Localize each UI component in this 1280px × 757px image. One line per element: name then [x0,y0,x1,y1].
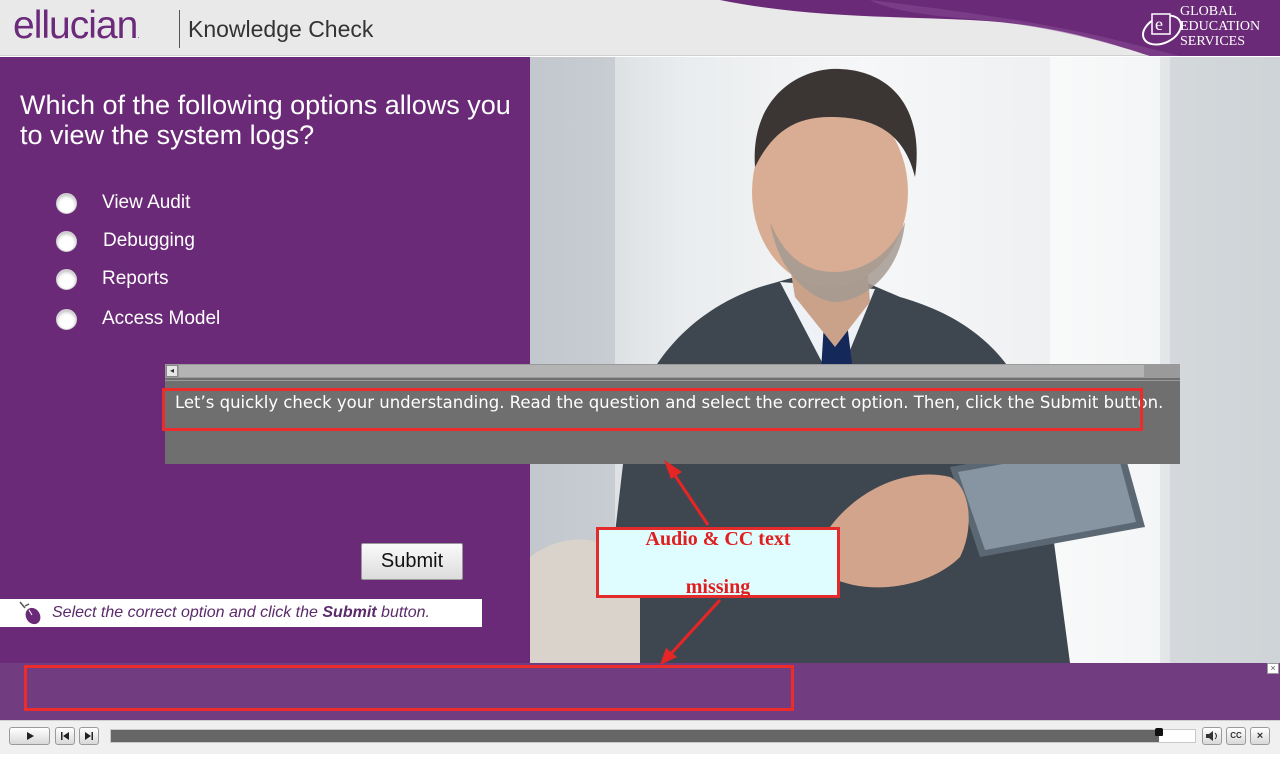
callout-line-2: missing [685,575,751,598]
player-controls: CC × [0,720,1280,757]
option-reports[interactable]: Reports [56,267,169,291]
radio-button[interactable] [56,308,77,330]
option-access-model[interactable]: Access Model [56,307,220,331]
cc-button[interactable]: CC [1226,727,1246,745]
caption-highlight-box [162,388,1143,431]
close-button[interactable]: × [1250,727,1270,745]
radio-button[interactable] [56,268,77,290]
ges-line-3: SERVICES [1180,34,1246,49]
option-label: Debugging [103,230,195,251]
svg-text:e: e [1155,14,1163,34]
header-divider [179,10,180,48]
option-view-audit[interactable]: View Audit [56,191,190,215]
global-education-services-logo: e GLOBAL EDUCATION SERVICES [1140,4,1272,52]
caption-divider [165,380,1180,381]
volume-button[interactable] [1202,727,1222,745]
option-label: Access Model [102,308,221,329]
ges-line-2: EDUCATION [1180,19,1261,34]
instruction-bold: Submit [322,604,377,621]
ges-wordmark: GLOBAL EDUCATION SERVICES [1180,4,1260,49]
question-text: Which of the following options allows yo… [20,90,511,150]
next-button[interactable] [79,727,99,745]
play-icon [27,732,34,740]
radio-button[interactable] [56,192,77,214]
empty-caption-highlight-box [24,665,794,711]
instruction-text: Select the correct option and click the … [52,604,430,622]
ellucian-logo: ellucian. [13,4,140,48]
mouse-click-icon [19,601,41,625]
ges-line-1: GLOBAL [1180,4,1237,19]
progress-handle[interactable] [1155,728,1163,736]
ges-e-icon: e [1142,13,1182,46]
caption-scrollbar[interactable]: ◂ [165,364,1180,378]
instruction-pre: Select the correct option and click the [52,604,323,621]
instruction-post: button. [376,604,430,621]
instruction-bar: Select the correct option and click the … [0,599,482,627]
callout-line-1: Audio & CC text [645,527,791,550]
scrollbar-track[interactable] [179,365,1144,377]
option-debugging[interactable]: Debugging [56,229,195,253]
header-bar: ellucian. Knowledge Check e GLOBAL EDUCA… [0,0,1280,56]
annotation-callout: Audio & CC text missing [596,527,840,598]
close-icon[interactable]: × [1267,663,1279,674]
page-title: Knowledge Check [188,16,374,42]
submit-button[interactable]: Submit [361,543,463,580]
progress-fill [111,730,1159,742]
question-panel: Which of the following options allows yo… [0,57,530,663]
course-stage: ellucian. Knowledge Check e GLOBAL EDUCA… [0,0,1280,757]
skip-back-icon [61,732,69,740]
scroll-left-icon[interactable]: ◂ [166,365,178,377]
radio-button[interactable] [56,230,77,252]
previous-button[interactable] [55,727,75,745]
logo-text: ellucian [13,4,138,47]
option-label: View Audit [102,192,191,213]
speaker-icon [1206,731,1217,741]
skip-forward-icon [85,732,93,740]
option-label: Reports [102,268,169,289]
logo-mark: . [137,31,140,40]
play-button[interactable] [9,727,50,745]
progress-bar[interactable] [110,729,1196,743]
